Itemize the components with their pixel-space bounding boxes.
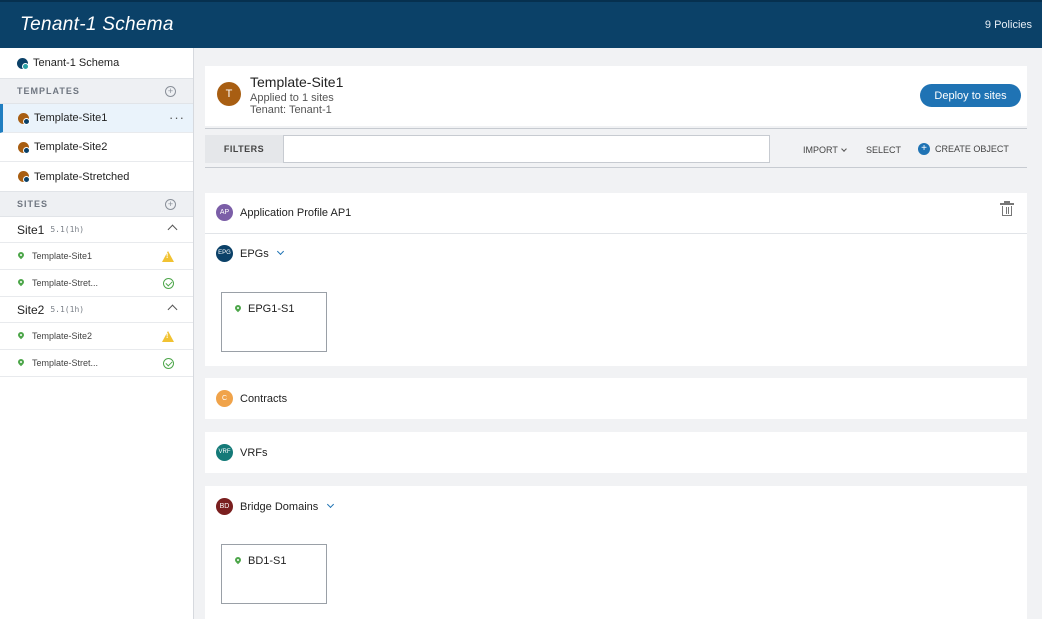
- template-header-card: T Template-Site1 Applied to 1 sites Tena…: [205, 66, 1027, 126]
- filters-label: FILTERS: [205, 135, 283, 163]
- site-template-item[interactable]: Template-Site2: [0, 323, 193, 350]
- main-content: T Template-Site1 Applied to 1 sites Tena…: [195, 48, 1042, 619]
- templates-heading: TEMPLATES: [17, 86, 80, 96]
- template-icon: [18, 171, 30, 183]
- add-template-icon[interactable]: +: [165, 85, 176, 97]
- sidebar-item-label: Template-Site1: [34, 112, 108, 124]
- site-template-item[interactable]: Template-Stret...: [0, 350, 193, 377]
- templates-section-header: TEMPLATES +: [0, 78, 193, 104]
- site-template-item[interactable]: Template-Stret...: [0, 270, 193, 297]
- template-icon: [18, 141, 30, 154]
- ap-badge: AP: [216, 204, 233, 221]
- bridge-domains-card: BD Bridge Domains BD1-S1: [205, 486, 1027, 619]
- check-circle-icon: [163, 358, 174, 369]
- template-avatar: T: [217, 82, 241, 106]
- location-pin-icon: [235, 557, 241, 565]
- sidebar-schema-item[interactable]: Tenant-1 Schema: [0, 48, 193, 78]
- create-object-button[interactable]: + CREATE OBJECT: [918, 143, 1009, 155]
- location-pin-icon: [18, 332, 24, 340]
- plus-icon: +: [918, 143, 930, 155]
- contract-badge: C: [216, 390, 233, 407]
- schema-icon: [17, 57, 29, 70]
- select-button[interactable]: SELECT: [866, 145, 901, 155]
- site-template-label: Template-Stret...: [32, 278, 99, 288]
- site-version: 5.1(1h): [50, 305, 85, 314]
- filter-bar: FILTERS IMPORT SELECT + CREATE OBJECT: [205, 128, 1027, 168]
- sidebar-item-template-site1[interactable]: Template-Site1 ···: [0, 104, 193, 133]
- epg-name: EPG1-S1: [248, 303, 295, 315]
- application-profile-card: AP Application Profile AP1 EPG EPGs EPG1…: [205, 193, 1027, 366]
- sites-section-header: SITES +: [0, 191, 193, 217]
- site-row-site2[interactable]: Site2 5.1(1h): [0, 297, 193, 323]
- collapse-chevron-icon[interactable]: [167, 304, 178, 315]
- chevron-down-icon: [841, 146, 847, 152]
- template-icon: [18, 112, 30, 125]
- bridge-domains-label[interactable]: Bridge Domains: [240, 501, 318, 513]
- more-options-icon[interactable]: ···: [169, 110, 185, 125]
- import-label: IMPORT: [803, 145, 838, 155]
- sidebar-schema-label: Tenant-1 Schema: [33, 57, 120, 69]
- site-template-item[interactable]: Template-Site1: [0, 243, 193, 270]
- vrf-badge: VRF: [216, 444, 233, 461]
- site-template-label: Template-Site1: [32, 251, 93, 261]
- filter-input[interactable]: [283, 135, 770, 163]
- page-title: Tenant-1 Schema: [20, 14, 174, 35]
- top-header: Tenant-1 Schema 9 Policies: [0, 0, 1042, 48]
- location-pin-icon: [18, 279, 24, 287]
- policies-count[interactable]: 9 Policies: [985, 19, 1032, 31]
- import-dropdown[interactable]: IMPORT: [803, 145, 847, 155]
- site-template-label: Template-Stret...: [32, 358, 99, 368]
- add-site-icon[interactable]: +: [165, 198, 176, 210]
- site-row-site1[interactable]: Site1 5.1(1h): [0, 217, 193, 243]
- deploy-to-sites-button[interactable]: Deploy to sites: [920, 84, 1021, 107]
- location-pin-icon: [18, 252, 24, 260]
- site-name: Site2: [17, 302, 45, 317]
- bd-item-label: BD1-S1: [235, 555, 287, 567]
- contracts-label: Contracts: [240, 393, 288, 405]
- epg-badge: EPG: [216, 245, 233, 262]
- vrfs-card[interactable]: VRF VRFs: [205, 432, 1027, 473]
- bd-item[interactable]: BD1-S1: [221, 544, 327, 604]
- sidebar-item-template-site2[interactable]: Template-Site2: [0, 133, 193, 162]
- create-object-label: CREATE OBJECT: [935, 144, 1009, 154]
- bd-name: BD1-S1: [248, 555, 287, 567]
- contracts-card[interactable]: C Contracts: [205, 378, 1027, 419]
- tenant-text: Tenant: Tenant-1: [250, 104, 332, 116]
- application-profile-header[interactable]: AP Application Profile AP1: [205, 193, 1027, 234]
- site-version: 5.1(1h): [50, 225, 85, 234]
- template-name[interactable]: Template-Site1: [250, 74, 343, 90]
- sites-heading: SITES: [17, 199, 49, 209]
- sidebar-item-label: Template-Stretched: [34, 170, 130, 183]
- collapse-chevron-icon[interactable]: [167, 224, 178, 235]
- epg-item-label: EPG1-S1: [235, 303, 294, 315]
- epgs-label[interactable]: EPGs: [240, 248, 269, 260]
- location-pin-icon: [18, 359, 24, 367]
- vrfs-label: VRFs: [240, 447, 268, 459]
- site-template-label: Template-Site2: [32, 331, 93, 341]
- chevron-down-icon[interactable]: [326, 500, 335, 509]
- warning-icon: [162, 331, 174, 342]
- sidebar-item-template-stretched[interactable]: Template-Stretched: [0, 162, 193, 191]
- bd-badge: BD: [216, 498, 233, 515]
- check-circle-icon: [163, 278, 174, 289]
- trash-icon[interactable]: [1000, 201, 1014, 216]
- location-pin-icon: [235, 305, 241, 313]
- sidebar-item-label: Template-Site2: [34, 141, 108, 153]
- application-profile-label: Application Profile AP1: [240, 207, 352, 219]
- chevron-down-icon[interactable]: [276, 247, 285, 256]
- sidebar: Tenant-1 Schema TEMPLATES + Template-Sit…: [0, 48, 194, 619]
- warning-icon: [162, 251, 174, 262]
- site-name: Site1: [17, 222, 45, 237]
- applied-sites-text: Applied to 1 sites: [250, 92, 334, 104]
- epg-item[interactable]: EPG1-S1: [221, 292, 327, 352]
